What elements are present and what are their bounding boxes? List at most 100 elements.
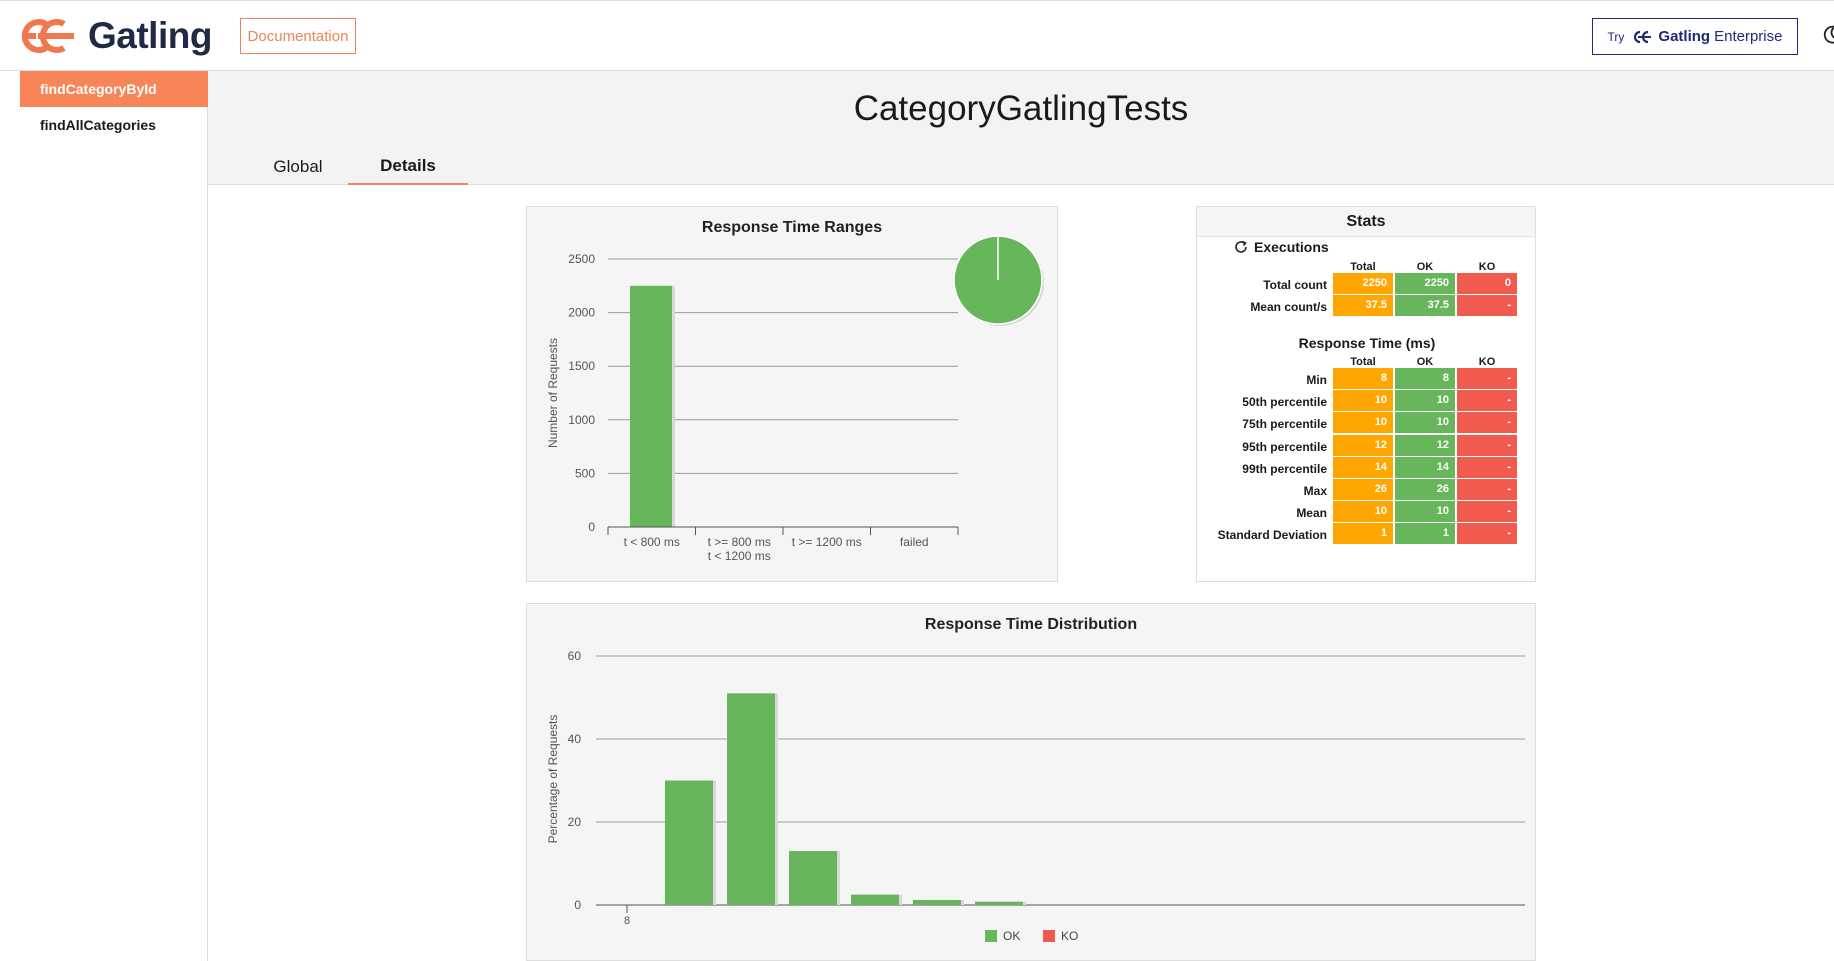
documentation-button[interactable]: Documentation bbox=[240, 18, 356, 54]
response-time-ranges-chart: 0 500 1000 1500 2000 2500 Number of Requests t… bbox=[546, 235, 1044, 563]
rt-row-ok-cell: 8 bbox=[1395, 368, 1455, 389]
exec-row-total-cell: 2250 bbox=[1333, 273, 1393, 294]
tab-details[interactable]: Details bbox=[348, 149, 468, 185]
y-tick-label: 40 bbox=[568, 732, 582, 746]
rt-row-ok-cell: 1 bbox=[1395, 523, 1455, 545]
rt-row-total-cell: 8 bbox=[1333, 368, 1393, 389]
rt-row-total-cell: 1 bbox=[1333, 523, 1393, 545]
legend-swatch bbox=[985, 930, 997, 942]
rt-row-label: 50th percentile bbox=[1242, 395, 1327, 410]
rt-row-ko-cell: - bbox=[1457, 434, 1517, 456]
page-header: CategoryGatlingTests Global Details bbox=[208, 71, 1834, 185]
stats-panel: Stats Executions Total OK KO Total count… bbox=[1196, 206, 1536, 582]
rt-row-label: 95th percentile bbox=[1242, 439, 1327, 454]
x-tick-label: 8 bbox=[624, 915, 630, 927]
rt-row-ko-cell: - bbox=[1457, 501, 1517, 523]
x-tick-label: t >= 1200 ms bbox=[792, 535, 862, 549]
exec-row-label: Mean count/s bbox=[1250, 300, 1327, 315]
bar bbox=[789, 851, 837, 905]
page-title: CategoryGatlingTests bbox=[853, 89, 1189, 128]
y-tick-label: 1500 bbox=[568, 359, 595, 373]
sidebar-item-find-all-categories[interactable]: findAllCategories bbox=[20, 107, 208, 143]
y-tick-label: 0 bbox=[588, 520, 595, 534]
response-time-distribution-chart: 0 20 40 60 Percentage of Requests 8 OK KO bbox=[546, 649, 1525, 943]
y-axis-label: Number of Requests bbox=[546, 338, 560, 448]
bar bbox=[851, 894, 899, 905]
y-tick-label: 2500 bbox=[568, 252, 595, 266]
legend-label[interactable]: OK bbox=[1003, 929, 1020, 943]
stats-title: Stats bbox=[1197, 207, 1535, 237]
exec-row-ok-cell: 2250 bbox=[1395, 273, 1455, 294]
top-bar: Gatling Documentation Try Gatling Enterp… bbox=[0, 0, 1834, 71]
gatling-logo-icon bbox=[21, 19, 74, 53]
exec-row-label: Total count bbox=[1263, 278, 1327, 292]
bar bbox=[630, 285, 672, 527]
y-tick-label: 20 bbox=[568, 815, 582, 829]
legend-swatch bbox=[1043, 930, 1055, 942]
rt-row-ok-cell: 10 bbox=[1395, 501, 1455, 523]
rt-row-label: Max bbox=[1303, 484, 1327, 498]
rt-row-ko-cell: - bbox=[1457, 390, 1517, 412]
rt-row-label: 99th percentile bbox=[1242, 461, 1327, 476]
rt-row-total-cell: 10 bbox=[1333, 501, 1393, 523]
x-tick-label: t < 800 ms bbox=[624, 535, 680, 549]
rt-col-ko: KO bbox=[1478, 356, 1496, 368]
enterprise-word: Enterprise bbox=[1714, 28, 1783, 45]
rt-row-total-cell: 10 bbox=[1333, 412, 1393, 434]
exec-col-total: Total bbox=[1350, 261, 1376, 273]
rt-row-label: Mean bbox=[1296, 506, 1327, 521]
rt-row-ko-cell: - bbox=[1457, 479, 1517, 500]
bar bbox=[727, 693, 775, 905]
executions-title: Executions bbox=[1233, 239, 1329, 255]
rt-row-total-cell: 14 bbox=[1333, 456, 1393, 478]
response-time-ranges-panel: Response Time Ranges 0 500 1000 1500 2000 250… bbox=[526, 206, 1058, 582]
rt-row-label: Min bbox=[1306, 373, 1327, 387]
bar bbox=[913, 900, 961, 905]
rt-row-ko-cell: - bbox=[1457, 368, 1517, 389]
exec-col-ko: KO bbox=[1478, 261, 1496, 273]
sidebar: findCategoryById findAllCategories bbox=[0, 71, 208, 961]
y-tick-label: 0 bbox=[574, 898, 581, 912]
gatling-logo[interactable]: Gatling bbox=[18, 15, 212, 57]
executions-label: Executions bbox=[1254, 239, 1329, 255]
exec-col-ok: OK bbox=[1416, 261, 1434, 273]
rt-col-ok: OK bbox=[1416, 356, 1434, 368]
y-tick-label: 1000 bbox=[568, 413, 595, 427]
legend-label[interactable]: KO bbox=[1061, 929, 1078, 943]
x-tick-label: failed bbox=[900, 535, 929, 549]
rt-row-ko-cell: - bbox=[1457, 523, 1517, 545]
response-time-title: Response Time (ms) bbox=[1298, 335, 1436, 351]
rt-col-total: Total bbox=[1350, 356, 1376, 368]
exec-row-ko-cell: 0 bbox=[1457, 273, 1517, 294]
y-tick-label: 2000 bbox=[568, 306, 595, 320]
rt-row-total-cell: 26 bbox=[1333, 479, 1393, 500]
exec-row-ko-cell: - bbox=[1457, 295, 1517, 317]
try-enterprise-button[interactable]: Try Gatling Enterprise bbox=[1592, 18, 1798, 55]
rt-row-ko-cell: - bbox=[1457, 456, 1517, 478]
y-tick-label: 500 bbox=[575, 466, 595, 480]
try-label: Try bbox=[1607, 29, 1625, 44]
y-tick-label: 60 bbox=[568, 649, 582, 663]
rt-row-total-cell: 12 bbox=[1333, 434, 1393, 456]
tab-global[interactable]: Global bbox=[238, 149, 358, 185]
rt-row-ok-cell: 26 bbox=[1395, 479, 1455, 500]
rt-row-ok-cell: 10 bbox=[1395, 412, 1455, 434]
rt-row-ok-cell: 10 bbox=[1395, 390, 1455, 412]
brand-name: Gatling bbox=[88, 15, 212, 56]
response-time-distribution-panel: Response Time Distribution 0 20 40 60 Percen… bbox=[526, 603, 1536, 961]
enterprise-brand: Gatling bbox=[1658, 28, 1711, 45]
rt-row-label: 75th percentile bbox=[1242, 417, 1327, 432]
exec-row-ok-cell: 37.5 bbox=[1395, 295, 1455, 317]
rt-row-ok-cell: 12 bbox=[1395, 434, 1455, 456]
bar bbox=[665, 780, 713, 905]
y-axis-label: Percentage of Requests bbox=[546, 715, 560, 844]
theme-toggle-icon[interactable] bbox=[1822, 25, 1834, 45]
x-tick-label: t < 1200 ms bbox=[708, 549, 771, 563]
refresh-icon bbox=[1235, 240, 1247, 253]
x-tick-label: t >= 800 ms bbox=[708, 535, 771, 549]
sidebar-item-find-category-by-id[interactable]: findCategoryById bbox=[20, 71, 208, 107]
bar bbox=[975, 901, 1023, 905]
rt-row-total-cell: 10 bbox=[1333, 390, 1393, 412]
rt-row-label: Standard Deviation bbox=[1217, 528, 1327, 543]
gatling-mini-logo-icon bbox=[1634, 30, 1652, 43]
